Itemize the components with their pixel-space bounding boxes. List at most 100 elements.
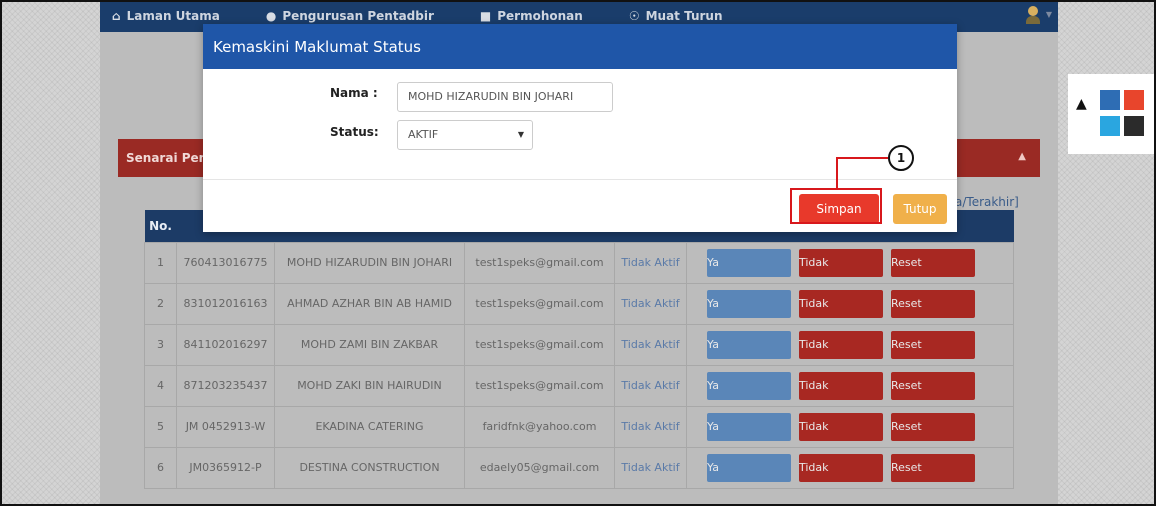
tidak-button[interactable]: Tidak [799, 412, 883, 441]
user-avatar-icon[interactable] [1026, 6, 1040, 24]
row-number: 5 [144, 405, 177, 448]
reset-button[interactable]: Reset [891, 453, 975, 482]
ya-button[interactable]: Ya [707, 248, 791, 277]
nav-admin-label: Pengurusan Pentadbir [282, 9, 434, 23]
home-icon: ⌂ [112, 9, 121, 23]
table-row: 4 871203235437 MOHD ZAKI BIN HAIRUDIN test1… [144, 364, 1014, 407]
row-email: edaely05@gmail.com [464, 446, 615, 489]
row-number: 2 [144, 282, 177, 325]
reset-button[interactable]: Reset [891, 371, 975, 400]
color-swatch-light-blue[interactable] [1100, 116, 1120, 136]
reset-button[interactable]: Reset [891, 289, 975, 318]
row-actions: Ya Tidak Reset [686, 446, 1014, 489]
reset-button[interactable]: Reset [891, 248, 975, 277]
row-status: Tidak Aktif [614, 241, 687, 284]
reset-button[interactable]: Reset [891, 412, 975, 441]
status-select-value: AKTIF [408, 128, 439, 141]
row-name: EKADINA CATERING [274, 405, 465, 448]
row-actions: Ya Tidak Reset [686, 241, 1014, 284]
color-drop-icon[interactable]: ▲ [1076, 96, 1087, 112]
name-field[interactable]: MOHD HIZARUDIN BIN JOHARI [397, 82, 613, 112]
row-status: Tidak Aktif [614, 323, 687, 366]
color-swatch-red[interactable] [1124, 90, 1144, 110]
ya-button[interactable]: Ya [707, 412, 791, 441]
ya-button[interactable]: Ya [707, 289, 791, 318]
row-name: DESTINA CONSTRUCTION [274, 446, 465, 489]
pagination-link[interactable]: a/Terakhir] [955, 195, 1019, 209]
row-status: Tidak Aktif [614, 282, 687, 325]
row-email: test1speks@gmail.com [464, 241, 615, 284]
row-email: faridfnk@yahoo.com [464, 405, 615, 448]
name-label: Nama : [330, 86, 378, 100]
tidak-button[interactable]: Tidak [799, 248, 883, 277]
row-id: 760413016775 [176, 241, 275, 284]
row-number: 4 [144, 364, 177, 407]
ya-button[interactable]: Ya [707, 371, 791, 400]
table-row: 2 831012016163 AHMAD AZHAR BIN AB HAMID tes… [144, 282, 1014, 325]
column-header: No. [144, 210, 177, 242]
row-status: Tidak Aktif [614, 405, 687, 448]
nav-home[interactable]: ⌂ Laman Utama [112, 9, 220, 23]
chevron-down-icon: ▼ [517, 130, 524, 139]
status-link[interactable]: Tidak Aktif [621, 338, 679, 351]
status-label: Status: [330, 125, 379, 139]
nav-application[interactable]: ■ Permohonan [480, 9, 583, 23]
status-link[interactable]: Tidak Aktif [621, 256, 679, 269]
theme-color-picker: ▲ [1068, 74, 1156, 154]
row-number: 6 [144, 446, 177, 489]
row-email: test1speks@gmail.com [464, 364, 615, 407]
callout-line [836, 157, 888, 159]
status-link[interactable]: Tidak Aktif [621, 379, 679, 392]
row-status: Tidak Aktif [614, 446, 687, 489]
callout-line [836, 158, 838, 189]
chevron-down-icon[interactable]: ▼ [1046, 10, 1052, 19]
status-link[interactable]: Tidak Aktif [621, 461, 679, 474]
color-swatch-blue[interactable] [1100, 90, 1120, 110]
save-button-highlight [790, 188, 882, 224]
color-swatch-dark[interactable] [1124, 116, 1144, 136]
row-actions: Ya Tidak Reset [686, 405, 1014, 448]
tidak-button[interactable]: Tidak [799, 453, 883, 482]
table-row: 5 JM 0452913-W EKADINA CATERING faridfnk@ya… [144, 405, 1014, 448]
tidak-button[interactable]: Tidak [799, 289, 883, 318]
table-row: 1 760413016775 MOHD HIZARUDIN BIN JOHARI te… [144, 241, 1014, 284]
user-table: No. 1 760413016775 MOHD HIZARUDIN BIN JOHA… [144, 210, 1014, 489]
table-row: 3 841102016297 MOHD ZAMI BIN ZAKBAR test1sp… [144, 323, 1014, 366]
nav-application-label: Permohonan [497, 9, 583, 23]
callout-number-badge: 1 [888, 145, 914, 171]
ya-button[interactable]: Ya [707, 330, 791, 359]
nav-home-label: Laman Utama [126, 9, 220, 23]
row-status: Tidak Aktif [614, 364, 687, 407]
reset-button[interactable]: Reset [891, 330, 975, 359]
nav-download[interactable]: ☉ Muat Turun [629, 9, 723, 23]
table-row: 6 JM0365912-P DESTINA CONSTRUCTION edaely05… [144, 446, 1014, 489]
row-actions: Ya Tidak Reset [686, 364, 1014, 407]
dialog-header: Kemaskini Maklumat Status [203, 24, 957, 69]
dialog-divider [203, 179, 957, 180]
row-name: AHMAD AZHAR BIN AB HAMID [274, 282, 465, 325]
ya-button[interactable]: Ya [707, 453, 791, 482]
folder-icon: ■ [479, 9, 492, 23]
user-icon: ● [265, 9, 277, 23]
row-name: MOHD HIZARUDIN BIN JOHARI [274, 241, 465, 284]
row-id: JM0365912-P [176, 446, 275, 489]
row-id: 831012016163 [176, 282, 275, 325]
row-actions: Ya Tidak Reset [686, 282, 1014, 325]
row-number: 3 [144, 323, 177, 366]
status-select[interactable]: AKTIF ▼ [397, 120, 533, 150]
row-name: MOHD ZAKI BIN HAIRUDIN [274, 364, 465, 407]
status-link[interactable]: Tidak Aktif [621, 420, 679, 433]
tidak-button[interactable]: Tidak [799, 371, 883, 400]
close-button[interactable]: Tutup [893, 194, 947, 224]
row-id: 871203235437 [176, 364, 275, 407]
dialog-title: Kemaskini Maklumat Status [213, 37, 421, 56]
row-id: 841102016297 [176, 323, 275, 366]
row-number: 1 [144, 241, 177, 284]
nav-admin[interactable]: ● Pengurusan Pentadbir [266, 9, 434, 23]
status-link[interactable]: Tidak Aktif [621, 297, 679, 310]
row-name: MOHD ZAMI BIN ZAKBAR [274, 323, 465, 366]
tidak-button[interactable]: Tidak [799, 330, 883, 359]
nav-download-label: Muat Turun [645, 9, 723, 23]
row-id: JM 0452913-W [176, 405, 275, 448]
chevron-up-icon[interactable]: ▲ [1018, 151, 1026, 162]
